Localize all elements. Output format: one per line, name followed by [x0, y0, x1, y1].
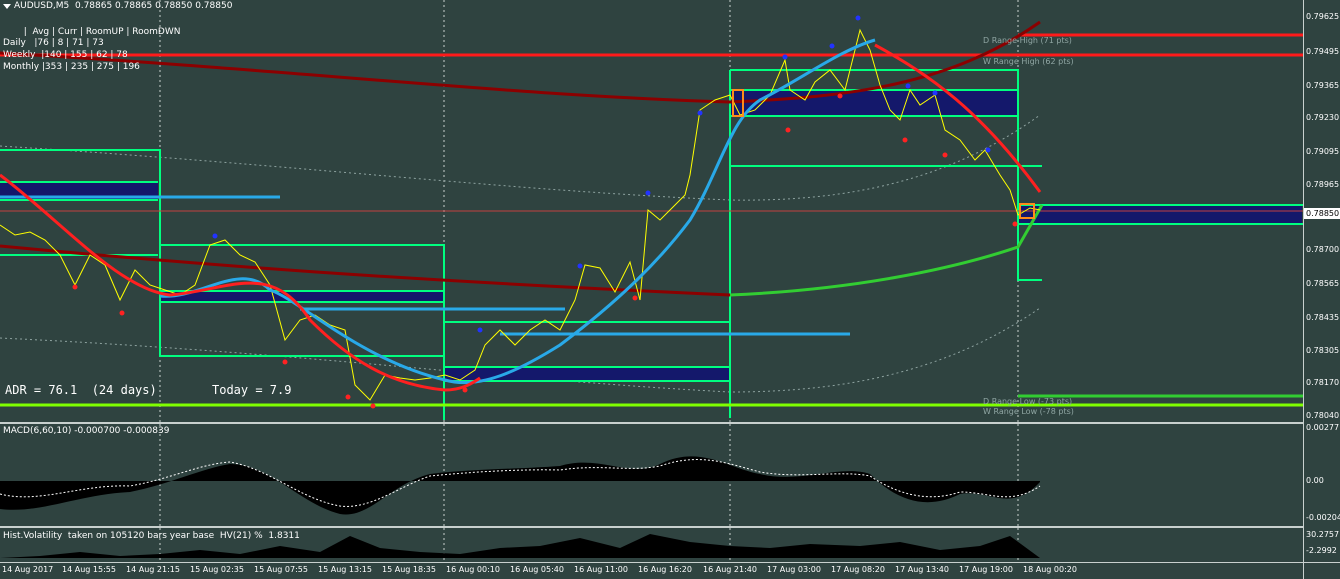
macd-canvas: [0, 424, 1041, 526]
price-tick: 0.78305: [1306, 346, 1340, 355]
range-boxes: [0, 69, 1303, 420]
price-chart-canvas: [0, 0, 1303, 422]
time-tick: 17 Aug 03:00: [767, 565, 821, 574]
stats-daily: Daily |76 | 8 | 71 | 73: [3, 38, 104, 48]
macd-panel[interactable]: MACD(6,60,10) -0.000700 -0.000839: [0, 424, 1303, 526]
price-tick: 0.79230: [1306, 113, 1340, 122]
today-text: Today = 7.9: [212, 383, 292, 397]
price-panel[interactable]: AUDUSD,M5 0.78865 0.78865 0.78850 0.7885…: [0, 0, 1303, 422]
time-tick: 14 Aug 2017: [2, 565, 54, 574]
time-tick: 14 Aug 21:15: [126, 565, 180, 574]
envelope-lines: [0, 114, 1041, 393]
time-tick: 17 Aug 13:40: [895, 565, 949, 574]
price-tick: 0.78170: [1306, 378, 1340, 387]
time-tick: 16 Aug 11:00: [574, 565, 628, 574]
price-tick: 0.79625: [1306, 12, 1340, 21]
time-tick: 16 Aug 16:20: [638, 565, 692, 574]
hv-tick: 30.2757: [1306, 530, 1340, 539]
price-tick: 0.78565: [1306, 279, 1340, 288]
blue-bands: [0, 90, 1302, 381]
price-tick: 0.78700: [1306, 245, 1340, 254]
price-tick: 0.79495: [1306, 47, 1340, 56]
time-tick: 16 Aug 00:10: [446, 565, 500, 574]
time-tick: 15 Aug 07:55: [254, 565, 308, 574]
time-tick: 15 Aug 02:35: [190, 565, 244, 574]
hv-tick: -2.2992: [1306, 546, 1337, 555]
hv-label: Hist.Volatility taken on 105120 bars yea…: [3, 531, 300, 541]
time-tick: 14 Aug 15:55: [62, 565, 116, 574]
symbol-header: AUDUSD,M5 0.78865 0.78865 0.78850 0.7885…: [14, 1, 233, 11]
symbol-dropdown-icon[interactable]: [3, 4, 11, 9]
price-tick: 0.79365: [1306, 81, 1340, 90]
time-tick: 15 Aug 13:15: [318, 565, 372, 574]
stats-weekly: Weekly |140 | 155 | 62 | 78: [3, 50, 128, 60]
hv-panel[interactable]: Hist.Volatility taken on 105120 bars yea…: [0, 528, 1303, 562]
time-tick: 16 Aug 21:40: [703, 565, 757, 574]
w-range-low-label: W Range Low (-78 pts): [983, 407, 1074, 416]
stats-header: | Avg | Curr | RoomUP | RoomDWN: [18, 27, 181, 37]
chart-window: AUDUSD,M5 0.78865 0.78865 0.78850 0.7885…: [0, 0, 1340, 579]
macd-tick: 0.00: [1306, 476, 1324, 485]
w-range-high-label: W Range High (62 pts): [983, 57, 1074, 66]
price-tick: 0.78040: [1306, 411, 1340, 420]
time-tick: 17 Aug 19:00: [959, 565, 1013, 574]
d-range-high-label: D Range High (71 pts): [983, 36, 1072, 45]
time-tick: 18 Aug 00:20: [1023, 565, 1077, 574]
macd-tick: 0.00277: [1306, 423, 1340, 432]
time-tick: 16 Aug 05:40: [510, 565, 564, 574]
macd-tick: -0.00204: [1306, 513, 1340, 522]
macd-label: MACD(6,60,10) -0.000700 -0.000839: [3, 426, 170, 436]
price-tick: 0.79095: [1306, 147, 1340, 156]
time-tick: 15 Aug 18:35: [382, 565, 436, 574]
price-tick: 0.78435: [1306, 313, 1340, 322]
stats-monthly: Monthly |353 | 235 | 275 | 196: [3, 62, 140, 72]
adr-text: ADR = 76.1 (24 days): [5, 383, 157, 397]
price-tick: 0.78965: [1306, 180, 1340, 189]
time-tick: 17 Aug 08:20: [831, 565, 885, 574]
current-price-box: 0.78850: [1304, 208, 1340, 219]
